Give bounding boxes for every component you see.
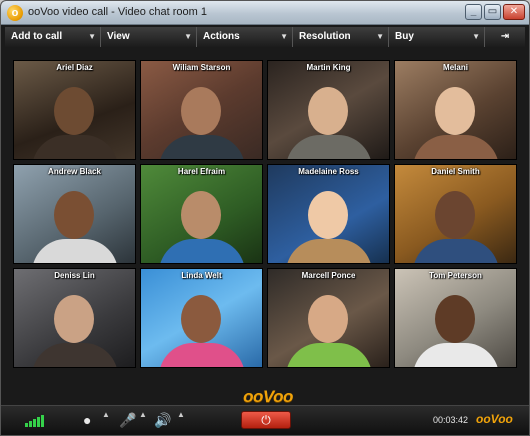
participant-name: Marcell Ponce (301, 271, 356, 280)
participant-body (159, 239, 245, 263)
participant-name: Harel Efraim (177, 167, 226, 176)
video-tile[interactable]: Deniss Lin (13, 268, 136, 368)
participant-body (32, 135, 118, 159)
menu-add-to-call-label: Add to call (11, 31, 63, 42)
call-controls-bar: ● ▲ 🎤 ▲ 🔊 ▲ ⏻ 00:03:42 ooVoo (1, 405, 529, 435)
participant-name: Andrew Black (48, 167, 101, 176)
participant-face (54, 87, 94, 135)
participant-name: Linda Welt (181, 271, 222, 280)
video-tile[interactable]: Ariel Diaz (13, 60, 136, 160)
close-button[interactable]: ✕ (503, 4, 525, 20)
window-controls: _ ▭ ✕ (465, 4, 525, 20)
oovoo-logo: ooVoo (243, 387, 293, 406)
pin-icon[interactable]: ⇥ (485, 27, 525, 47)
participant-face (181, 191, 221, 239)
participant-body (286, 135, 372, 159)
video-tile[interactable]: Wiliam Starson (140, 60, 263, 160)
signal-strength-icon (25, 415, 44, 427)
participant-body (32, 239, 118, 263)
oovoo-logo-small: ooVoo (476, 412, 513, 426)
call-timer: 00:03:42 (433, 415, 469, 425)
video-tile[interactable]: Tom Peterson (394, 268, 517, 368)
participant-name: Wiliam Starson (172, 63, 231, 72)
participant-name: Tom Peterson (429, 271, 482, 280)
video-tile[interactable]: Marcell Ponce (267, 268, 390, 368)
participant-face (308, 295, 348, 343)
video-tile[interactable]: Martin King (267, 60, 390, 160)
menu-resolution-label: Resolution (299, 31, 351, 42)
end-call-button[interactable]: ⏻ (241, 411, 291, 429)
video-tile[interactable]: Madelaine Ross (267, 164, 390, 264)
video-grid: Ariel Diaz Wiliam Starson Martin King Me… (13, 60, 519, 368)
speaker-icon[interactable]: 🔊 (154, 412, 171, 429)
menu-view-label: View (107, 31, 130, 42)
participant-body (159, 135, 245, 159)
chevron-down-icon: ▼ (184, 32, 192, 41)
oovoo-logo-icon: o (7, 5, 23, 21)
oovoo-call-window: o ooVoo video call - Video chat room 1 _… (0, 0, 530, 436)
window-title: ooVoo video call - Video chat room 1 (28, 6, 207, 18)
participant-body (32, 343, 118, 367)
participant-face (435, 191, 475, 239)
video-tile[interactable]: Melani (394, 60, 517, 160)
participant-face (308, 191, 348, 239)
participant-body (286, 239, 372, 263)
participant-name: Ariel Diaz (56, 63, 93, 72)
menu-actions[interactable]: Actions ▼ (197, 27, 293, 47)
chevron-down-icon: ▼ (472, 32, 480, 41)
participant-face (308, 87, 348, 135)
participant-face (435, 295, 475, 343)
participant-name: Martin King (306, 63, 351, 72)
participant-body (413, 239, 499, 263)
menu-view[interactable]: View ▼ (101, 27, 197, 47)
participant-name: Daniel Smith (431, 167, 480, 176)
participant-face (54, 295, 94, 343)
participant-body (413, 135, 499, 159)
participant-face (435, 87, 475, 135)
participant-body (159, 343, 245, 367)
chevron-down-icon: ▼ (280, 32, 288, 41)
menu-bar: Add to call ▼ View ▼ Actions ▼ Resolutio… (5, 27, 525, 47)
video-tile[interactable]: Daniel Smith (394, 164, 517, 264)
participant-face (54, 191, 94, 239)
participant-body (413, 343, 499, 367)
video-tile[interactable]: Linda Welt (140, 268, 263, 368)
chevron-down-icon: ▼ (376, 32, 384, 41)
maximize-button[interactable]: ▭ (484, 4, 501, 20)
microphone-options-caret[interactable]: ▲ (139, 410, 147, 419)
microphone-icon[interactable]: 🎤 (119, 412, 136, 429)
participant-name: Madelaine Ross (298, 167, 359, 176)
speaker-options-caret[interactable]: ▲ (177, 410, 185, 419)
title-bar: o ooVoo video call - Video chat room 1 _… (1, 1, 529, 25)
menu-buy-label: Buy (395, 31, 414, 42)
participant-name: Melani (443, 63, 468, 72)
video-tile[interactable]: Harel Efraim (140, 164, 263, 264)
menu-actions-label: Actions (203, 31, 240, 42)
menu-buy[interactable]: Buy ▼ (389, 27, 485, 47)
participant-body (286, 343, 372, 367)
camera-options-caret[interactable]: ▲ (102, 410, 110, 419)
participant-face (181, 295, 221, 343)
chevron-down-icon: ▼ (88, 32, 96, 41)
video-tile[interactable]: Andrew Black (13, 164, 136, 264)
menu-add-to-call[interactable]: Add to call ▼ (5, 27, 101, 47)
participant-face (181, 87, 221, 135)
minimize-button[interactable]: _ (465, 4, 482, 20)
menu-resolution[interactable]: Resolution ▼ (293, 27, 389, 47)
camera-icon[interactable]: ● (83, 412, 91, 428)
participant-name: Deniss Lin (54, 271, 95, 280)
